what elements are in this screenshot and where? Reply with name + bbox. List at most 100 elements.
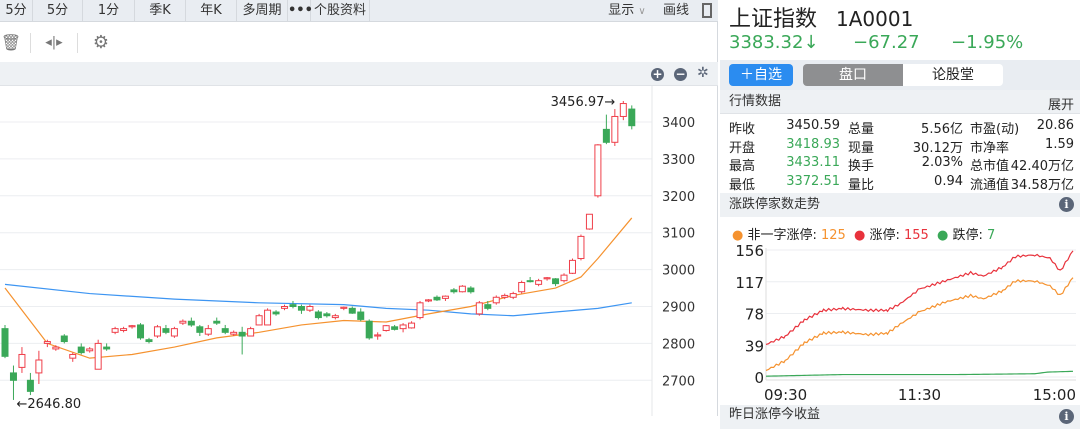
quote-value: 20.86: [1036, 118, 1074, 133]
quote-panel: 上证指数 1A0001 3383.32↓ −67.27 −1.95% ＋自选 盘…: [720, 0, 1080, 429]
quote-label: 量比: [848, 177, 875, 193]
display-dropdown[interactable]: 显示 ∨: [598, 0, 656, 22]
candle-up: [204, 328, 212, 335]
limit-title: 涨跌停家数走势: [729, 197, 821, 212]
stock-code: 1A0001: [836, 7, 914, 31]
x-tick-label: 15:00: [1033, 386, 1076, 404]
tab-lungutang[interactable]: 论股堂: [903, 64, 1003, 86]
info-icon[interactable]: i: [1059, 197, 1074, 212]
tab-1min[interactable]: 1分: [83, 0, 135, 22]
candle-up: [281, 306, 289, 309]
resize-horizontal-icon[interactable]: ◂|▸: [39, 35, 69, 50]
add-watchlist-button[interactable]: ＋自选: [729, 64, 793, 86]
bottom-section-header: 昨日涨停今收益 i: [720, 405, 1080, 429]
candle-up: [69, 353, 77, 359]
quote-value: 30.12万: [912, 140, 963, 156]
y-tick-label: 3100: [662, 227, 695, 242]
candle-up: [441, 295, 449, 299]
tab-multi-period[interactable]: 多周期: [237, 0, 288, 22]
tab-year-k[interactable]: 年K: [186, 0, 237, 22]
candle-up: [594, 144, 602, 197]
candle-down: [526, 280, 534, 283]
candle-down: [103, 346, 111, 350]
candle-down: [391, 326, 399, 330]
series-line: [765, 370, 1074, 377]
y-tick-label: 39: [745, 337, 764, 355]
chart-controls: + − ✲: [0, 62, 718, 86]
y-tick-label: 117: [735, 274, 764, 292]
tab-5min[interactable]: 5分: [33, 0, 83, 22]
x-tick-label: 11:30: [898, 386, 941, 404]
candle-down: [602, 128, 610, 143]
price-change: −67.27: [853, 32, 920, 53]
last-price: 3383.32: [729, 32, 804, 53]
candle-up: [475, 302, 483, 315]
price-change-pct: −1.95%: [951, 32, 1024, 53]
candle-up: [492, 296, 500, 304]
stock-name: 上证指数: [729, 7, 818, 32]
series-line: [765, 277, 1074, 372]
candle-up: [179, 320, 187, 324]
y-tick-label: 3000: [662, 264, 695, 279]
zoom-out-icon[interactable]: −: [674, 68, 687, 81]
bottom-section-title: 昨日涨停今收益: [729, 407, 821, 422]
gear-icon[interactable]: ⚙︎: [86, 32, 116, 53]
tab-15min[interactable]: 5分: [0, 0, 33, 22]
chart-settings-icon[interactable]: ✲: [697, 65, 709, 81]
expand-button[interactable]: 展开: [1048, 94, 1074, 118]
y-tick-label: 3300: [662, 153, 695, 168]
candle-up: [416, 302, 424, 319]
candle-up: [619, 103, 627, 117]
candle-down: [9, 372, 17, 381]
quote-value: 3418.93: [786, 136, 840, 152]
candle-up: [509, 293, 517, 298]
quote-label: 换手: [848, 159, 875, 174]
candle-down: [348, 307, 356, 314]
quote-value: 2.03%: [921, 155, 963, 170]
candle-up: [170, 328, 178, 337]
y-tick-label: 3200: [662, 190, 695, 205]
y-tick-label: 2700: [662, 374, 695, 389]
quote-value: 0.94: [934, 173, 963, 189]
candle-up: [374, 334, 382, 337]
candle-down: [60, 335, 68, 343]
candle-down: [357, 311, 365, 320]
zoom-in-icon[interactable]: +: [651, 68, 664, 81]
candle-down: [365, 320, 373, 339]
x-tick-label: 09:30: [764, 386, 807, 404]
candle-up: [255, 315, 263, 326]
candle-up: [247, 328, 255, 337]
tab-stock-info[interactable]: 个股资料: [311, 0, 370, 22]
info-icon[interactable]: i: [1059, 409, 1074, 424]
candle-up: [535, 280, 543, 285]
trash-icon[interactable]: 🗑︎: [0, 33, 22, 52]
candle-up: [408, 322, 416, 329]
candle-down: [450, 289, 458, 293]
quote-value: 34.58万亿: [1010, 177, 1074, 193]
panel-toggle-icon[interactable]: [696, 0, 718, 22]
candle-down: [213, 320, 221, 324]
candle-up: [501, 294, 509, 298]
tab-pankou[interactable]: 盘口: [803, 64, 903, 86]
quote-value: 1.59: [1045, 136, 1074, 152]
candle-down: [552, 278, 560, 285]
draw-button[interactable]: 画线: [656, 0, 696, 22]
candle-down: [187, 320, 195, 326]
quote-label: 市盈(动): [970, 122, 1020, 137]
quote-label: 市净率: [970, 140, 1010, 156]
candle-up: [382, 325, 390, 331]
kline-chart[interactable]: 2700 2800 2900 3000 3100 3200 3300 3400 3456.97→…: [0, 86, 718, 416]
quote-value: 3450.59: [786, 118, 840, 133]
candle-up: [111, 328, 119, 333]
quote-title: 行情数据: [729, 94, 782, 109]
candle-up: [568, 259, 576, 274]
y-tick-label: 156: [735, 242, 764, 260]
candle-up: [52, 346, 60, 350]
more-button[interactable]: •••: [288, 0, 313, 22]
candle-down: [272, 311, 280, 315]
candle-down: [145, 339, 153, 343]
candle-down: [1, 328, 9, 357]
ma-short-line: [4, 217, 633, 359]
arrow-down-icon: ↓: [803, 32, 819, 53]
tab-quarter-k[interactable]: 季K: [135, 0, 186, 22]
